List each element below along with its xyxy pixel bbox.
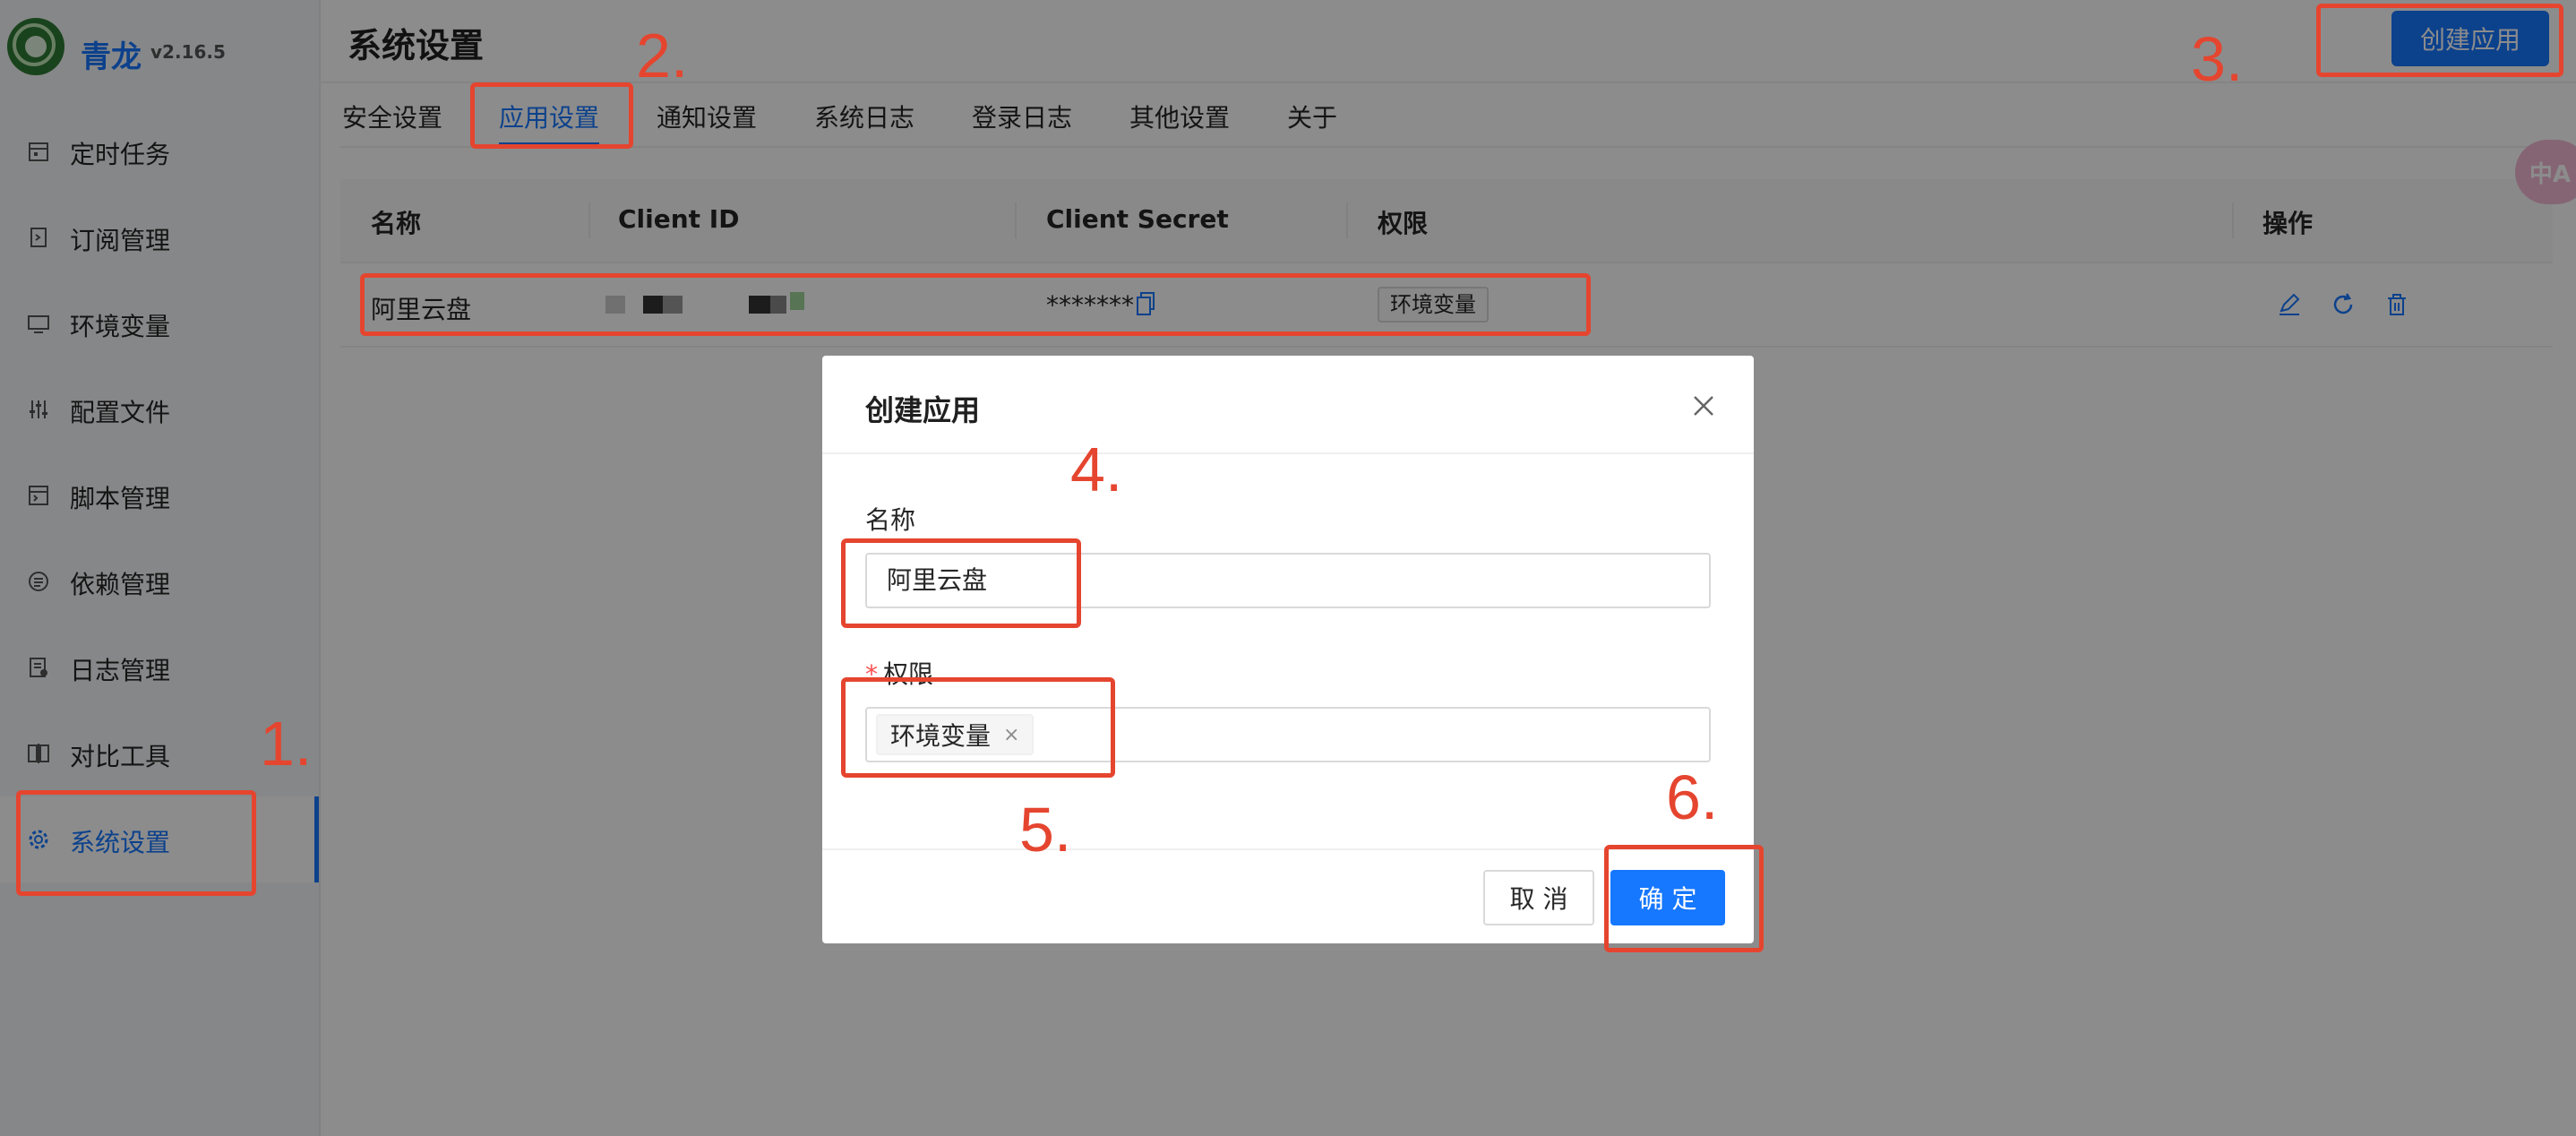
annotation-box-1 bbox=[16, 790, 256, 896]
modal-header-divider bbox=[822, 452, 1754, 454]
annotation-number-4: 4. bbox=[1070, 435, 1123, 504]
annotation-number-2: 2. bbox=[636, 21, 689, 90]
close-icon[interactable] bbox=[1687, 390, 1720, 422]
annotation-number-5: 5. bbox=[1019, 795, 1072, 865]
annotation-box-4 bbox=[841, 538, 1081, 628]
annotation-box-2 bbox=[470, 82, 633, 149]
annotation-box-row bbox=[360, 273, 1591, 336]
annotation-number-3: 3. bbox=[2191, 24, 2244, 94]
annotation-box-3 bbox=[2316, 4, 2563, 77]
modal-title: 创建应用 bbox=[865, 393, 981, 427]
annotation-box-6 bbox=[1604, 845, 1764, 952]
cancel-button[interactable]: 取 消 bbox=[1483, 870, 1594, 925]
annotation-number-6: 6. bbox=[1666, 762, 1719, 832]
name-field-label: 名称 bbox=[865, 505, 916, 535]
annotation-box-5 bbox=[841, 677, 1115, 778]
annotation-number-1: 1. bbox=[260, 709, 313, 779]
